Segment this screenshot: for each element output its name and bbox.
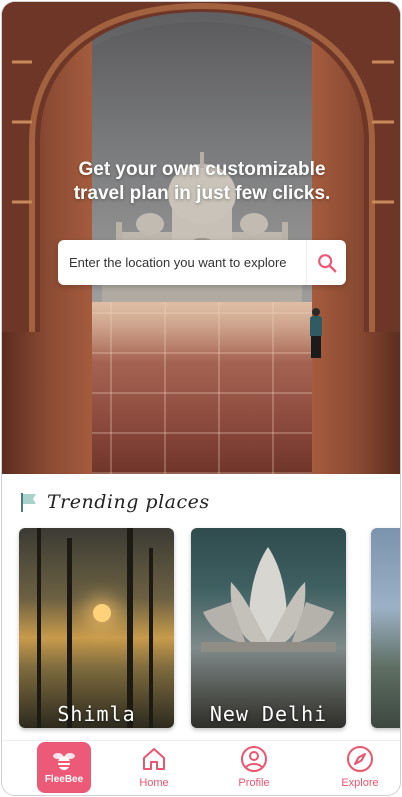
profile-icon (241, 746, 267, 772)
home-icon (143, 748, 165, 770)
nav-item-home[interactable]: Home (124, 745, 184, 789)
hero-title-line1: Get your own customizable (78, 159, 326, 180)
bottom-nav: FleeBee Home Profile Explore (2, 740, 400, 795)
hero-title: Get your own customizable travel plan in… (42, 158, 362, 206)
lotus-temple-image (201, 547, 336, 652)
search-icon (317, 253, 336, 272)
place-card-new-delhi[interactable]: New Delhi (191, 528, 346, 728)
place-card-partial[interactable] (371, 528, 400, 728)
search-bar (58, 240, 346, 285)
trending-cards: Shimla New Delhi (19, 528, 400, 728)
app-screen: Get your own customizable travel plan in… (1, 1, 401, 796)
search-button[interactable] (306, 240, 346, 285)
nav-item-explore[interactable]: Explore (330, 745, 390, 789)
compass-icon (347, 746, 373, 772)
tree-image (127, 528, 133, 728)
tree-image (149, 548, 153, 728)
logo-text: FleeBee (44, 774, 84, 785)
sun-image (93, 604, 111, 622)
nav-item-profile[interactable]: Profile (224, 745, 284, 789)
bee-icon (53, 753, 75, 770)
flag-icon (21, 493, 36, 512)
nav-label-profile: Profile (238, 777, 270, 789)
tree-image (37, 528, 41, 728)
place-card-label: Shimla (57, 702, 136, 726)
logo-button[interactable]: FleeBee (37, 742, 91, 793)
place-card-label: New Delhi (209, 702, 328, 726)
hero-banner: Get your own customizable travel plan in… (2, 2, 400, 474)
tree-image (67, 538, 72, 728)
person-figure (310, 308, 322, 358)
hero-title-line2: travel plan in just few clicks. (73, 183, 331, 204)
nav-label-home: Home (139, 777, 169, 789)
place-card-shimla[interactable]: Shimla (19, 528, 174, 728)
trending-title: Trending places (47, 491, 210, 513)
search-input[interactable] (58, 240, 306, 285)
trending-header: Trending places (19, 489, 210, 515)
nav-label-explore: Explore (341, 777, 379, 789)
